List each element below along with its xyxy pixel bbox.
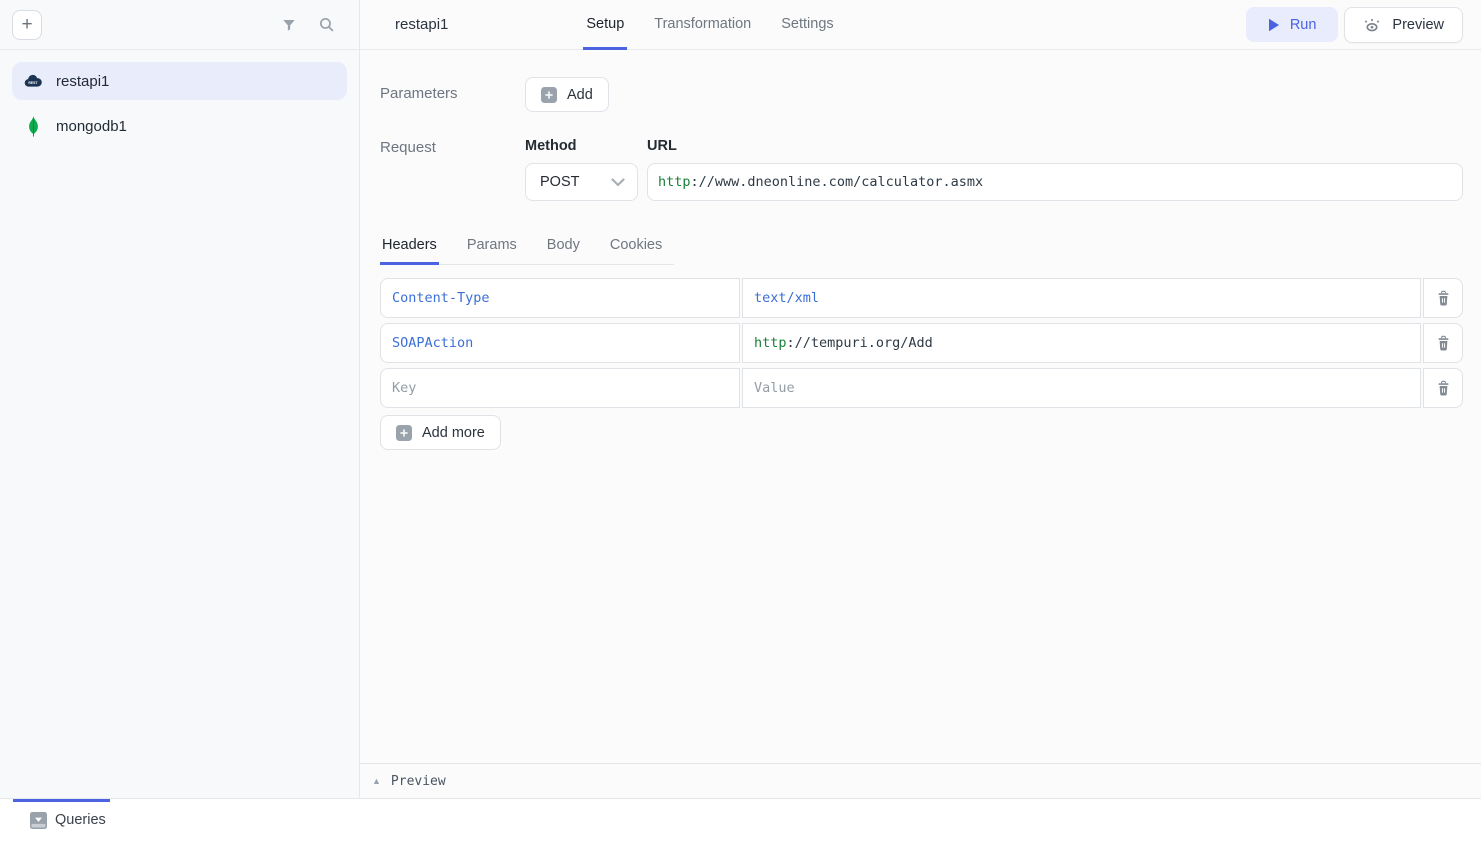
url-rest-text: ://www.dneonline.com/calculator.asmx — [691, 174, 984, 190]
play-icon — [1268, 18, 1280, 32]
sidebar-item-mongodb1[interactable]: mongodb1 — [12, 107, 347, 145]
svg-text:REST: REST — [28, 81, 38, 85]
active-pane-indicator — [13, 799, 110, 802]
url-field: URL http://www.dneonline.com/calculator.… — [647, 138, 1463, 201]
sidebar-item-label: mongodb1 — [56, 118, 127, 135]
header-value-rest-text: ://tempuri.org/Add — [787, 335, 933, 351]
headers-table: Content-Type text/xml SOA — [380, 278, 1463, 408]
method-select[interactable]: POST — [525, 163, 638, 201]
key-input[interactable] — [392, 369, 728, 407]
sidebar: + REST restapi1 — [0, 0, 360, 798]
preview-pane-label: Preview — [391, 774, 446, 789]
header-actions: Run Preview — [1246, 0, 1463, 49]
request-row: Request Method POST URL http: — [380, 138, 1463, 201]
header-value-scheme-text: http — [754, 335, 787, 351]
header-row-2: SOAPAction http://tempuri.org/Add — [380, 323, 1463, 363]
trash-icon — [1434, 289, 1452, 307]
request-subtabs: Headers Params Body Cookies — [380, 237, 674, 265]
mongodb-leaf-icon — [24, 117, 42, 135]
method-value: POST — [540, 174, 579, 190]
tab-body[interactable]: Body — [545, 237, 582, 265]
header-row-3 — [380, 368, 1463, 408]
chevron-down-icon — [611, 175, 625, 189]
tab-headers[interactable]: Headers — [380, 237, 439, 265]
setup-form: Parameters Add Request Method POST — [360, 50, 1481, 763]
filter-icon[interactable] — [280, 16, 298, 34]
header-key-input[interactable]: Content-Type — [380, 278, 740, 318]
header-tabs: Setup Transformation Settings — [583, 0, 836, 49]
sidebar-toolbar: + — [0, 0, 359, 50]
header-value-text: text/xml — [754, 290, 819, 306]
page-title: restapi1 — [395, 16, 448, 33]
tab-params[interactable]: Params — [465, 237, 519, 265]
value-input[interactable] — [754, 369, 1409, 407]
add-parameter-button[interactable]: Add — [525, 77, 609, 112]
queries-pane-button[interactable]: Queries — [30, 812, 106, 829]
url-input[interactable]: http://www.dneonline.com/calculator.asmx — [647, 163, 1463, 201]
main-panel: restapi1 Setup Transformation Settings R… — [360, 0, 1481, 798]
rest-cloud-icon: REST — [24, 72, 42, 90]
sidebar-item-label: restapi1 — [56, 73, 109, 90]
method-field: Method POST — [525, 138, 638, 201]
header-key-input[interactable] — [380, 368, 740, 408]
sidebar-item-restapi1[interactable]: REST restapi1 — [12, 62, 347, 100]
header-value-input[interactable] — [742, 368, 1421, 408]
queries-pane-label: Queries — [55, 812, 106, 828]
header-value-input[interactable]: http://tempuri.org/Add — [742, 323, 1421, 363]
plus-square-icon — [541, 87, 557, 103]
preview-button-label: Preview — [1392, 17, 1444, 33]
sidebar-toolbar-icons — [280, 16, 335, 34]
queries-pane-icon — [30, 812, 47, 829]
tab-cookies[interactable]: Cookies — [608, 237, 664, 265]
tab-transformation[interactable]: Transformation — [651, 0, 754, 50]
body-row: + REST restapi1 — [0, 0, 1481, 798]
preview-pane-toggle[interactable]: ▲ Preview — [360, 763, 1481, 798]
trash-icon — [1434, 334, 1452, 352]
trash-icon — [1434, 379, 1452, 397]
tab-settings[interactable]: Settings — [778, 0, 836, 50]
request-label: Request — [380, 138, 525, 156]
header-key-input[interactable]: SOAPAction — [380, 323, 740, 363]
main-header: restapi1 Setup Transformation Settings R… — [360, 0, 1481, 50]
plus-square-icon — [396, 425, 412, 441]
url-label: URL — [647, 138, 1463, 154]
header-key-text: SOAPAction — [392, 335, 473, 351]
parameters-label: Parameters — [380, 77, 525, 102]
search-icon[interactable] — [317, 16, 335, 34]
add-parameter-label: Add — [567, 87, 593, 103]
delete-row-button[interactable] — [1423, 323, 1463, 363]
header-row-1: Content-Type text/xml — [380, 278, 1463, 318]
tab-setup[interactable]: Setup — [583, 0, 627, 50]
preview-button[interactable]: Preview — [1344, 7, 1463, 43]
add-more-button[interactable]: Add more — [380, 415, 501, 450]
eye-icon — [1363, 17, 1381, 33]
query-list: REST restapi1 mongodb1 — [0, 50, 359, 164]
delete-row-button[interactable] — [1423, 368, 1463, 408]
app-window: + REST restapi1 — [0, 0, 1481, 841]
collapse-up-icon: ▲ — [372, 776, 381, 786]
run-button-label: Run — [1290, 17, 1317, 33]
bottom-bar: Queries — [0, 798, 1481, 841]
run-button[interactable]: Run — [1246, 7, 1339, 42]
parameters-row: Parameters Add — [380, 77, 1463, 112]
url-scheme-text: http — [658, 174, 691, 190]
add-more-wrap: Add more — [380, 415, 1463, 450]
header-value-input[interactable]: text/xml — [742, 278, 1421, 318]
delete-row-button[interactable] — [1423, 278, 1463, 318]
header-key-text: Content-Type — [392, 290, 490, 306]
add-more-label: Add more — [422, 425, 485, 441]
method-label: Method — [525, 138, 638, 154]
new-query-button[interactable]: + — [12, 10, 42, 40]
